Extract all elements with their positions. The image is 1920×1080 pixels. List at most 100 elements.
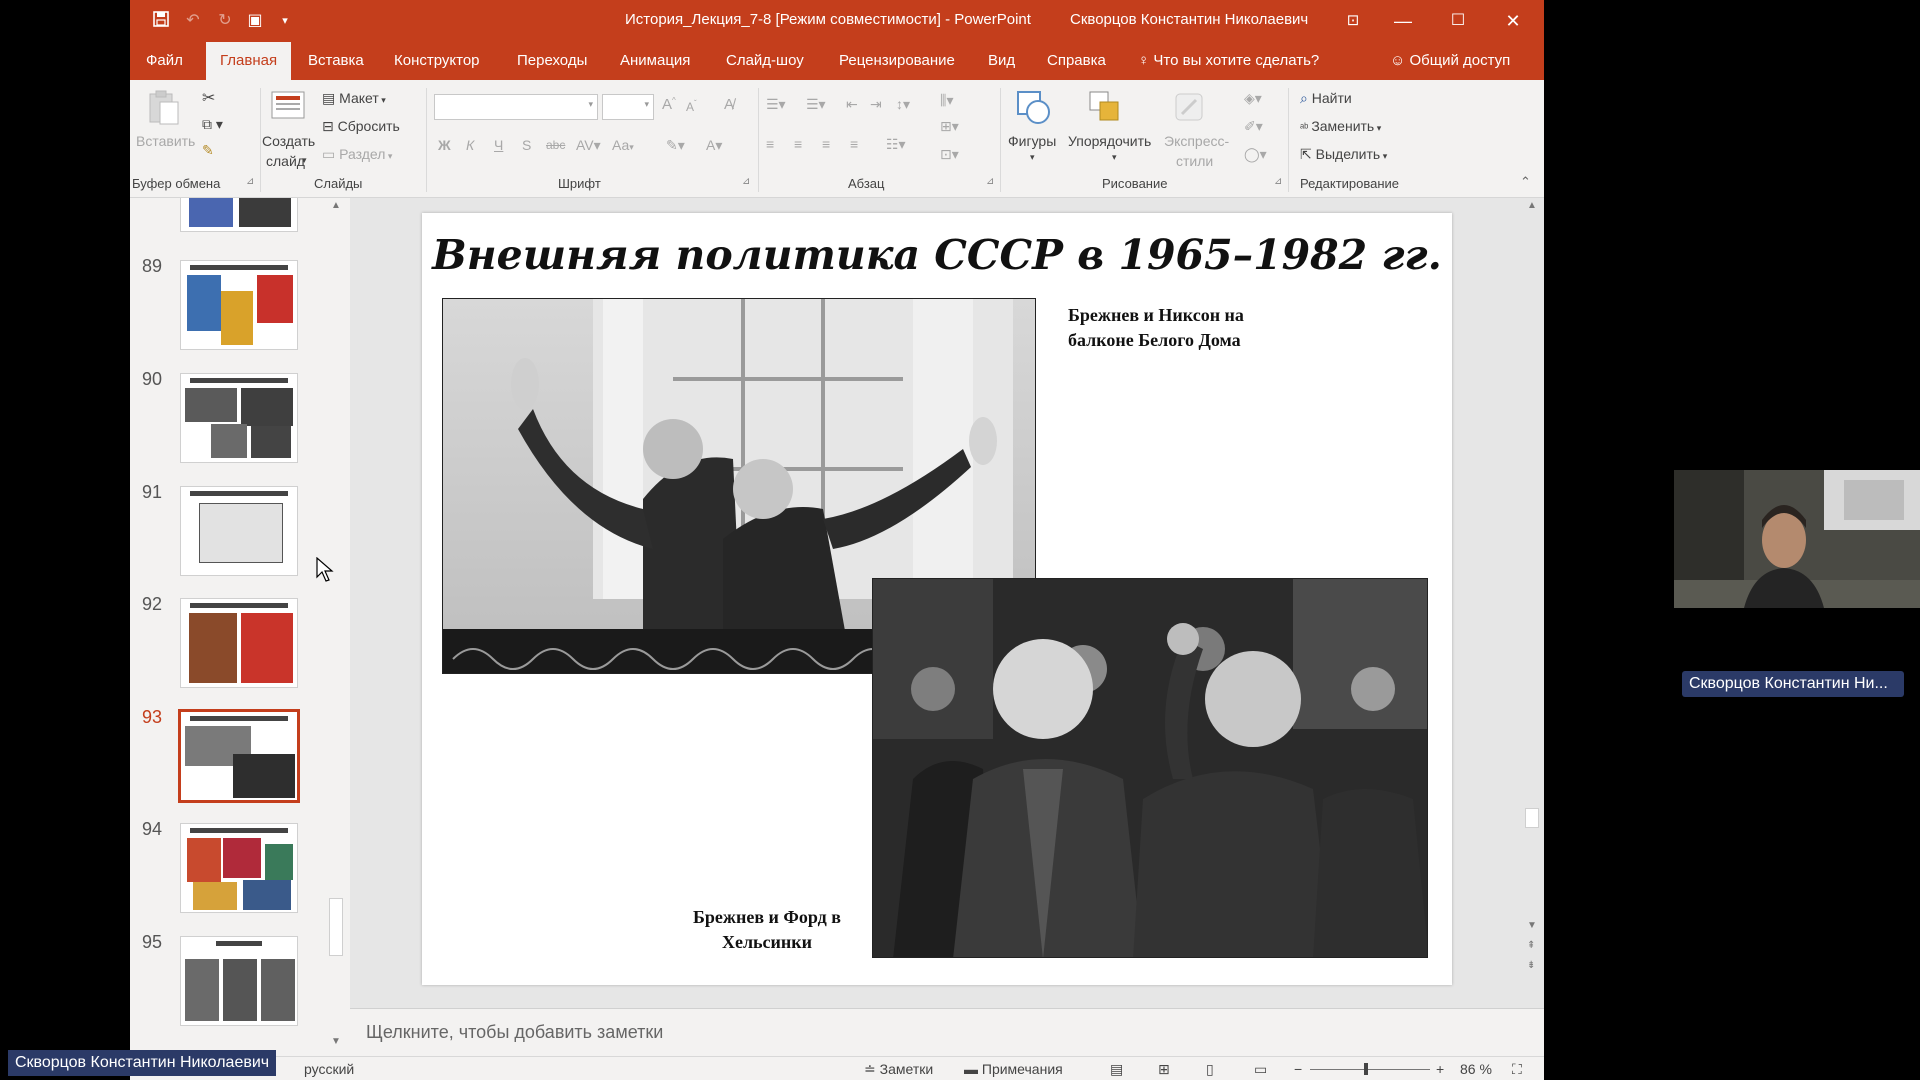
section-button[interactable]: ▭ Раздел ▾ — [322, 146, 392, 163]
font-launcher-icon[interactable]: ⊿ — [742, 176, 750, 187]
shape-effects-icon[interactable]: ◯▾ — [1244, 146, 1267, 163]
tell-me-box[interactable]: ♀ Что вы хотите сделать? — [1138, 42, 1319, 80]
columns-icon[interactable]: ☷▾ — [886, 136, 906, 153]
clear-formatting-icon[interactable]: A̸ — [724, 96, 734, 113]
shadow-button[interactable]: S — [522, 137, 531, 153]
zoom-slider-thumb[interactable] — [1364, 1063, 1368, 1075]
shapes-dropdown-icon[interactable]: ▾ — [1030, 152, 1035, 163]
zoom-out-icon[interactable]: − — [1294, 1061, 1302, 1077]
paste-icon[interactable] — [144, 90, 184, 126]
increase-indent-icon[interactable]: ⇥ — [870, 96, 882, 113]
new-slide-icon[interactable] — [270, 90, 306, 122]
tab-insert[interactable]: Вставка — [308, 42, 364, 80]
increase-font-icon[interactable]: A^ — [662, 96, 676, 113]
undo-icon[interactable]: ↶ — [182, 10, 204, 32]
arrange-icon[interactable] — [1086, 88, 1126, 128]
slide-thumbnail-92[interactable] — [180, 598, 298, 688]
font-size-select[interactable]: ▾ — [602, 94, 654, 120]
reset-button[interactable]: ⊟ Сбросить — [322, 118, 400, 135]
slide-thumbnail-90[interactable] — [180, 373, 298, 463]
format-painter-icon[interactable]: ✎ — [202, 142, 214, 159]
drawing-launcher-icon[interactable]: ⊿ — [1274, 176, 1282, 187]
shape-fill-icon[interactable]: ◈▾ — [1244, 90, 1262, 107]
save-icon[interactable] — [150, 10, 172, 32]
quick-styles-icon[interactable] — [1170, 88, 1210, 128]
zoom-slider[interactable] — [1310, 1063, 1430, 1075]
slide-sorter-icon[interactable]: ⊞ — [1158, 1061, 1170, 1078]
tab-slideshow[interactable]: Слайд-шоу — [726, 42, 804, 80]
arrange-label[interactable]: Упорядочить — [1068, 133, 1151, 149]
strikethrough-button[interactable]: abc — [546, 138, 565, 152]
scroll-up-icon[interactable]: ▲ — [1527, 200, 1537, 211]
slide-title[interactable]: Внешняя политика СССР в 1965–1982 гг. — [422, 231, 1452, 279]
caption-ford[interactable]: Брежнев и Форд в Хельсинки — [672, 905, 862, 955]
align-center-icon[interactable]: ≡ — [794, 136, 802, 152]
slide-canvas[interactable]: Внешняя политика СССР в 1965–1982 гг. Бр… — [422, 213, 1452, 985]
line-spacing-icon[interactable]: ↕▾ — [896, 96, 910, 113]
decrease-font-icon[interactable]: Aˇ — [686, 99, 697, 114]
scroll-up-icon[interactable]: ▲ — [331, 200, 341, 211]
customize-qat-icon[interactable]: ▾ — [274, 10, 296, 32]
share-button[interactable]: ☺ Общий доступ — [1390, 42, 1510, 80]
account-name[interactable]: Скворцов Константин Николаевич — [1070, 11, 1308, 28]
highlight-icon[interactable]: ✎▾ — [666, 137, 685, 154]
slide-thumbnail-88[interactable] — [180, 198, 298, 232]
previous-slide-icon[interactable]: ⇞ — [1527, 940, 1535, 951]
italic-button[interactable]: К — [466, 137, 474, 153]
scrollbar-thumb[interactable] — [329, 898, 343, 956]
zoom-level[interactable]: 86 % — [1460, 1061, 1492, 1077]
comments-toggle[interactable]: ▬ Примечания — [964, 1061, 1063, 1077]
slide-thumbnail-95[interactable] — [180, 936, 298, 1026]
tab-view[interactable]: Вид — [988, 42, 1015, 80]
font-color-icon[interactable]: A▾ — [706, 137, 722, 154]
align-left-icon[interactable]: ≡ — [766, 136, 774, 152]
shapes-label[interactable]: Фигуры — [1008, 133, 1056, 149]
text-direction-icon[interactable]: ⫼▾ — [940, 92, 953, 109]
copy-icon[interactable]: ⧉ ▾ — [202, 116, 223, 133]
slideshow-view-icon[interactable]: ▭ — [1254, 1061, 1267, 1078]
scrollbar-thumb[interactable] — [1525, 808, 1539, 828]
caption-nixon[interactable]: Брежнев и Никсон на балконе Белого Дома — [1068, 303, 1288, 353]
redo-icon[interactable]: ↻ — [214, 10, 236, 32]
underline-button[interactable]: Ч — [494, 137, 503, 153]
new-slide-dropdown-icon[interactable]: ▾ — [302, 155, 307, 166]
paste-button[interactable]: Вставить — [136, 133, 195, 149]
layout-button[interactable]: ▤ Макет ▾ — [322, 90, 386, 107]
scroll-down-icon[interactable]: ▼ — [1527, 920, 1537, 931]
minimize-icon[interactable]: — — [1390, 8, 1416, 34]
collapse-ribbon-icon[interactable]: ⌃ — [1520, 174, 1531, 190]
start-slideshow-icon[interactable]: ▣ — [244, 10, 266, 32]
arrange-dropdown-icon[interactable]: ▾ — [1112, 152, 1117, 163]
slide-thumbnail-89[interactable] — [180, 260, 298, 350]
maximize-icon[interactable]: ☐ — [1445, 8, 1471, 34]
shapes-icon[interactable] — [1014, 88, 1054, 128]
replace-button[interactable]: ᵃᵇ Заменить ▾ — [1300, 118, 1381, 134]
change-case-button[interactable]: Аа▾ — [612, 137, 634, 153]
zoom-in-icon[interactable]: + — [1436, 1061, 1444, 1077]
reading-view-icon[interactable]: ▯ — [1206, 1061, 1214, 1078]
tab-design[interactable]: Конструктор — [394, 42, 480, 80]
decrease-indent-icon[interactable]: ⇤ — [846, 96, 858, 113]
notes-pane[interactable]: Щелкните, чтобы добавить заметки — [350, 1008, 1544, 1056]
tab-transitions[interactable]: Переходы — [517, 42, 587, 80]
photo-brezhnev-ford[interactable] — [872, 578, 1428, 958]
find-button[interactable]: ⌕ Найти — [1300, 90, 1352, 107]
language-status[interactable]: русский — [304, 1061, 354, 1077]
align-text-icon[interactable]: ⊞▾ — [940, 118, 959, 135]
smartart-icon[interactable]: ⊡▾ — [940, 146, 959, 163]
clipboard-launcher-icon[interactable]: ⊿ — [246, 176, 254, 187]
notes-placeholder[interactable]: Щелкните, чтобы добавить заметки — [366, 1022, 663, 1043]
align-right-icon[interactable]: ≡ — [822, 136, 830, 152]
quick-styles-label-2[interactable]: стили — [1176, 153, 1213, 169]
quick-styles-label-1[interactable]: Экспресс- — [1164, 133, 1229, 149]
bullets-icon[interactable]: ☰▾ — [766, 96, 786, 113]
font-family-select[interactable]: ▾ — [434, 94, 598, 120]
new-slide-label-2[interactable]: слайд — [266, 153, 305, 169]
numbering-icon[interactable]: ☰▾ — [806, 96, 826, 113]
tab-review[interactable]: Рецензирование — [839, 42, 955, 80]
tab-file[interactable]: Файл — [146, 42, 183, 80]
normal-view-icon[interactable]: ▤ — [1110, 1061, 1123, 1078]
tab-help[interactable]: Справка — [1047, 42, 1106, 80]
thumbnails-scrollbar[interactable]: ▲ ▼ — [326, 198, 346, 1056]
slide-scrollbar[interactable]: ▲ ▼ ⇞ ⇟ — [1522, 198, 1542, 1008]
